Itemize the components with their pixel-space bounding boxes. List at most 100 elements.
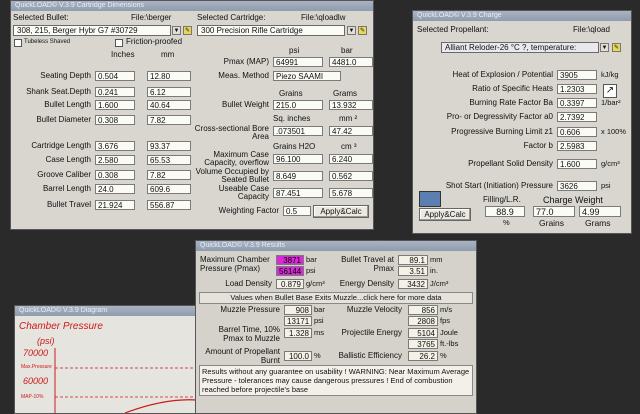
propellant-row-label: Burning Rate Factor Ba (469, 98, 553, 107)
projectile-energy-joule-unit: Joule (440, 328, 458, 337)
propellant-row-unit: 1/bar² (601, 98, 621, 107)
dim-row-inches-field[interactable]: 24.0 (95, 184, 135, 194)
propellant-burnt-result: 100.0 (284, 351, 312, 361)
travel-at-pmax-label: Bullet Travel at Pmax (341, 255, 394, 273)
dim-row-mm-field[interactable]: 6.12 (147, 87, 191, 97)
propellant-row-field[interactable]: 0.3397 (557, 98, 597, 108)
propellant-dropdown-icon[interactable]: ▼ (600, 43, 609, 52)
pmax-results-label: Maximum Chamber Pressure (Pmax) (200, 255, 270, 273)
diagram-plot (54, 348, 197, 413)
dim-row-mm-field[interactable]: 7.82 (147, 115, 191, 125)
charge-weight-label: Charge Weight (543, 195, 603, 205)
tubeless-checkbox[interactable] (14, 39, 22, 47)
measurement-method-field[interactable]: Piezo SAAMI (273, 71, 341, 81)
pmax-bar-field[interactable]: 4481.0 (329, 57, 373, 67)
dim-row-mm-field[interactable]: 65.53 (147, 155, 191, 165)
bore-area-mm-field[interactable]: 47.42 (329, 126, 373, 136)
dim-row-label: Case Length (45, 155, 91, 164)
propellant-row-unit: g/cm³ (601, 159, 620, 168)
muzzle-pressure-bar-result: 908 (284, 305, 312, 315)
dim-row-inches-field[interactable]: 3.676 (95, 141, 135, 151)
psi-column-header: psi (289, 46, 300, 55)
propellant-row-field[interactable]: 2.5983 (557, 141, 597, 151)
cartridge-dropdown-icon[interactable]: ▼ (347, 26, 356, 35)
bore-area-inches-field[interactable]: .073501 (273, 126, 323, 136)
dim-row-inches-field[interactable]: 0.308 (95, 170, 135, 180)
cartridge-select[interactable]: 300 Precision Rifle Cartridge (197, 25, 345, 36)
dim-row-inches-field[interactable]: 0.241 (95, 87, 135, 97)
friction-proofed-checkbox[interactable] (115, 39, 123, 47)
charge-grams-field[interactable]: 4.99 (579, 206, 621, 217)
dim-row-mm-field[interactable]: 12.80 (147, 71, 191, 81)
dims-apply-calc-button[interactable]: Apply&Calc (313, 205, 369, 218)
filling-label: Filling/L.R. (483, 195, 521, 204)
occupied-volume-cm3-field[interactable]: 0.562 (329, 171, 373, 181)
dim-row-mm-field[interactable]: 93.37 (147, 141, 191, 151)
muzzle-velocity-label: Muzzle Velocity (346, 305, 402, 314)
muzzle-velocity-fps-result: 2808 (408, 316, 438, 326)
grains-column-header: Grains (279, 89, 303, 98)
propellant-select[interactable]: Alliant Reloder-26 °C ?, temperature: (441, 42, 599, 53)
propellant-row-unit: x 100% (601, 127, 627, 136)
mm-column-header: mm (161, 50, 175, 59)
bullet-weight-label: Bullet Weight (222, 100, 269, 109)
propellant-row-unit: psi (601, 181, 611, 190)
dim-row-mm-field[interactable]: 609.6 (147, 184, 191, 194)
occupied-volume-grains-field[interactable]: 8.649 (273, 171, 323, 181)
load-density-result: 0.879 (276, 279, 304, 289)
propellant-row-field[interactable]: 2.7392 (557, 112, 597, 122)
cartridge-edit-icon[interactable]: ✎ (358, 26, 367, 35)
dim-row-inches-field[interactable]: 0.308 (95, 115, 135, 125)
pmax-psi-result: 56144 (276, 266, 304, 276)
propellant-row-unit: kJ/kg (601, 70, 619, 79)
bullet-weight-grams-field[interactable]: 13.932 (329, 100, 373, 110)
weighting-factor-field[interactable]: 0.5 (283, 206, 311, 216)
propellant-chart-icon[interactable] (419, 191, 441, 207)
bullet-weight-grains-field[interactable]: 215.0 (273, 100, 323, 110)
energy-density-unit: J/cm³ (430, 279, 449, 288)
propellant-row-label: Factor b (523, 141, 553, 150)
propellant-row-label: Progressive Burning Limit z1 (451, 127, 553, 136)
bullet-select[interactable]: 308, 215, Berger Hybr G7 #30729 (13, 25, 171, 36)
muzzle-pressure-psi-unit: psi (314, 316, 324, 325)
bullet-dropdown-icon[interactable]: ▼ (172, 26, 181, 35)
dim-row-inches-field[interactable]: 1.600 (95, 100, 135, 110)
dim-row-mm-field[interactable]: 556.87 (147, 200, 191, 210)
dim-row-inches-field[interactable]: 0.504 (95, 71, 135, 81)
measurement-method-label: Meas. Method (218, 71, 269, 80)
fill-chart-icon[interactable]: ↗ (603, 84, 617, 98)
cm3-column-header: cm ³ (341, 142, 357, 151)
pmax-bar-result: 3871 (276, 255, 304, 265)
muzzle-data-banner[interactable]: Values when Bullet Base Exits Muzzle...c… (199, 292, 473, 304)
dim-row-inches-field[interactable]: 21.924 (95, 200, 135, 210)
dim-row-inches-field[interactable]: 2.580 (95, 155, 135, 165)
propellant-row-field[interactable]: 1.600 (557, 159, 597, 169)
cartridge-dimensions-title: QuickLOAD© V.3.9 Cartridge Dimensions (11, 1, 373, 11)
propellant-row-field[interactable]: 0.606 (557, 127, 597, 137)
dim-row-label: Bullet Diameter (36, 115, 91, 124)
case-capacity-grains-field[interactable]: 96.100 (273, 154, 323, 164)
travel-mm-result: 89.1 (398, 255, 428, 265)
propellant-edit-icon[interactable]: ✎ (612, 43, 621, 52)
charge-apply-calc-button[interactable]: Apply&Calc (419, 208, 471, 221)
useable-capacity-cm3-field[interactable]: 5.678 (329, 188, 373, 198)
dim-row-mm-field[interactable]: 7.82 (147, 170, 191, 180)
useable-capacity-grains-field[interactable]: 87.451 (273, 188, 323, 198)
propellant-row-field[interactable]: 1.2303 (557, 84, 597, 94)
case-capacity-cm3-field[interactable]: 6.240 (329, 154, 373, 164)
pmax-psi-field[interactable]: 64991 (273, 57, 323, 67)
projectile-energy-ftlbs-unit: ft.-lbs (440, 339, 459, 348)
results-warning: Results without any guarantee on usabili… (199, 365, 473, 396)
muzzle-velocity-ms-result: 856 (408, 305, 438, 315)
propellant-row-label: Pro- or Degressivity Factor a0 (446, 112, 553, 121)
propellant-row-field[interactable]: 3905 (557, 70, 597, 80)
barrel-time-label: Barrel Time, 10% Pmax to Muzzle (218, 325, 280, 343)
charge-grains-field[interactable]: 77.0 (533, 206, 575, 217)
propellant-row-field[interactable]: 3626 (557, 181, 597, 191)
dim-row-label: Barrel Length (42, 184, 91, 193)
diagram-title: QuickLOAD© V.3.9 Diagram (15, 306, 197, 316)
bullet-edit-icon[interactable]: ✎ (183, 26, 192, 35)
filling-field[interactable]: 88.9 (485, 206, 525, 217)
dim-row-mm-field[interactable]: 40.64 (147, 100, 191, 110)
dim-row-label: Groove Caliber (37, 170, 91, 179)
